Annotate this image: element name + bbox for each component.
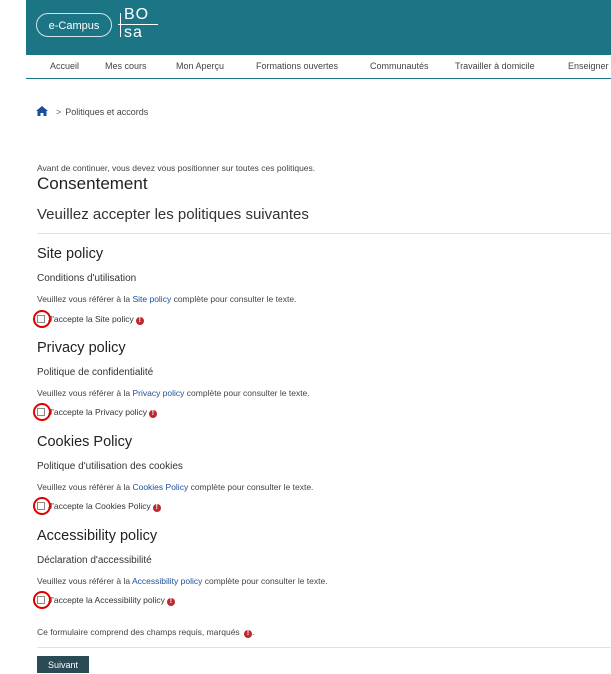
accept-row-accessibility: J'accepte la Accessibility policy! (37, 595, 175, 607)
refer-prefix: Veuillez vous référer à la (37, 482, 131, 492)
page-subtitle: Veuillez accepter les politiques suivant… (37, 206, 309, 223)
submit-button[interactable]: Suivant (37, 656, 89, 673)
refer-prefix: Veuillez vous référer à la (37, 576, 131, 586)
highlight-circle (33, 497, 51, 515)
nav-item-communautes[interactable]: Communautés (370, 61, 429, 71)
intro-text: Avant de continuer, vous devez vous posi… (37, 163, 316, 173)
required-icon: ! (244, 630, 253, 638)
required-icon: ! (135, 317, 144, 325)
required-note: Ce formulaire comprend des champs requis… (37, 627, 254, 638)
breadcrumb-separator: > (56, 107, 62, 117)
policy-link-cookies[interactable]: Cookies Policy (132, 482, 188, 492)
policy-refer-accessibility: Veuillez vous référer à la Accessibility… (37, 576, 328, 586)
accept-prefix: J'accepte la (48, 314, 93, 324)
ecampus-logo[interactable]: e-Campus (36, 13, 112, 37)
accept-row-privacy: J'accepte la Privacy policy! (37, 407, 157, 419)
highlight-circle (33, 591, 51, 609)
highlight-circle (33, 310, 51, 328)
refer-suffix: complète pour consulter le texte. (190, 482, 314, 492)
refer-suffix: complète pour consulter le texte. (173, 294, 297, 304)
policy-refer-privacy: Veuillez vous référer à la Privacy polic… (37, 388, 310, 398)
main-nav: Accueil Mes cours Mon Aperçu Formations … (26, 55, 611, 79)
accept-row-site: J'accepte la Site policy! (37, 314, 144, 326)
policy-heading-accessibility: Accessibility policy (37, 528, 158, 544)
policy-summary-accessibility: Déclaration d'accessibilité (37, 555, 152, 566)
highlight-circle (33, 403, 51, 421)
accept-prefix: J'accepte la (48, 407, 93, 417)
accept-prefix: J'accepte la (48, 595, 93, 605)
breadcrumb: > Politiques et accords (36, 106, 148, 117)
required-note-text: Ce formulaire comprend des champs requis… (37, 627, 240, 637)
policy-heading-cookies: Cookies Policy (37, 434, 133, 450)
policy-summary-privacy: Politique de confidentialité (37, 367, 154, 378)
divider-top (37, 233, 611, 234)
refer-suffix: complète pour consulter le texte. (186, 388, 310, 398)
required-note-end: . (252, 627, 255, 637)
policy-link-accessibility[interactable]: Accessibility policy (132, 576, 202, 586)
required-icon: ! (148, 410, 157, 418)
nav-item-formations-ouvertes[interactable]: Formations ouvertes (256, 61, 338, 71)
breadcrumb-current: Politiques et accords (65, 107, 149, 117)
nav-item-travailler-a-domicile[interactable]: Travailler à domicile (455, 61, 535, 71)
policy-refer-site: Veuillez vous référer à la Site policy c… (37, 294, 296, 304)
required-icon: ! (152, 504, 161, 512)
nav-item-mes-cours[interactable]: Mes cours (105, 61, 147, 71)
policy-refer-cookies: Veuillez vous référer à la Cookies Polic… (37, 482, 313, 492)
site-header: e-Campus BO SA (26, 0, 611, 55)
accept-label-accessibility[interactable]: Accessibility policy (95, 595, 165, 605)
bosa-logo-bottom: SA (124, 24, 143, 41)
required-icon: ! (166, 598, 175, 606)
home-icon[interactable] (36, 106, 48, 116)
refer-suffix: complète pour consulter le texte. (204, 576, 328, 586)
page-title: Consentement (37, 174, 148, 193)
policy-link-site[interactable]: Site policy (132, 294, 171, 304)
accept-row-cookies: J'accepte la Cookies Policy! (37, 501, 161, 513)
divider-bottom (37, 647, 611, 648)
accept-label-privacy[interactable]: Privacy policy (95, 407, 147, 417)
refer-prefix: Veuillez vous référer à la (37, 294, 131, 304)
refer-prefix: Veuillez vous référer à la (37, 388, 131, 398)
policy-link-privacy[interactable]: Privacy policy (132, 388, 184, 398)
policy-heading-privacy: Privacy policy (37, 340, 126, 356)
accept-prefix: J'accepte la (48, 501, 93, 511)
policy-summary-site: Conditions d'utilisation (37, 273, 137, 284)
policy-summary-cookies: Politique d'utilisation des cookies (37, 461, 183, 472)
accept-label-site[interactable]: Site policy (95, 314, 134, 324)
accept-label-cookies[interactable]: Cookies Policy (95, 501, 151, 511)
nav-item-enseigner[interactable]: Enseigner (568, 61, 609, 71)
nav-item-mon-apercu[interactable]: Mon Aperçu (176, 61, 224, 71)
bosa-logo-bar (120, 13, 121, 37)
policy-heading-site: Site policy (37, 246, 104, 262)
bosa-logo-top: BO (124, 6, 150, 23)
nav-item-accueil[interactable]: Accueil (50, 61, 79, 71)
bosa-logo[interactable]: BO SA (118, 7, 158, 43)
